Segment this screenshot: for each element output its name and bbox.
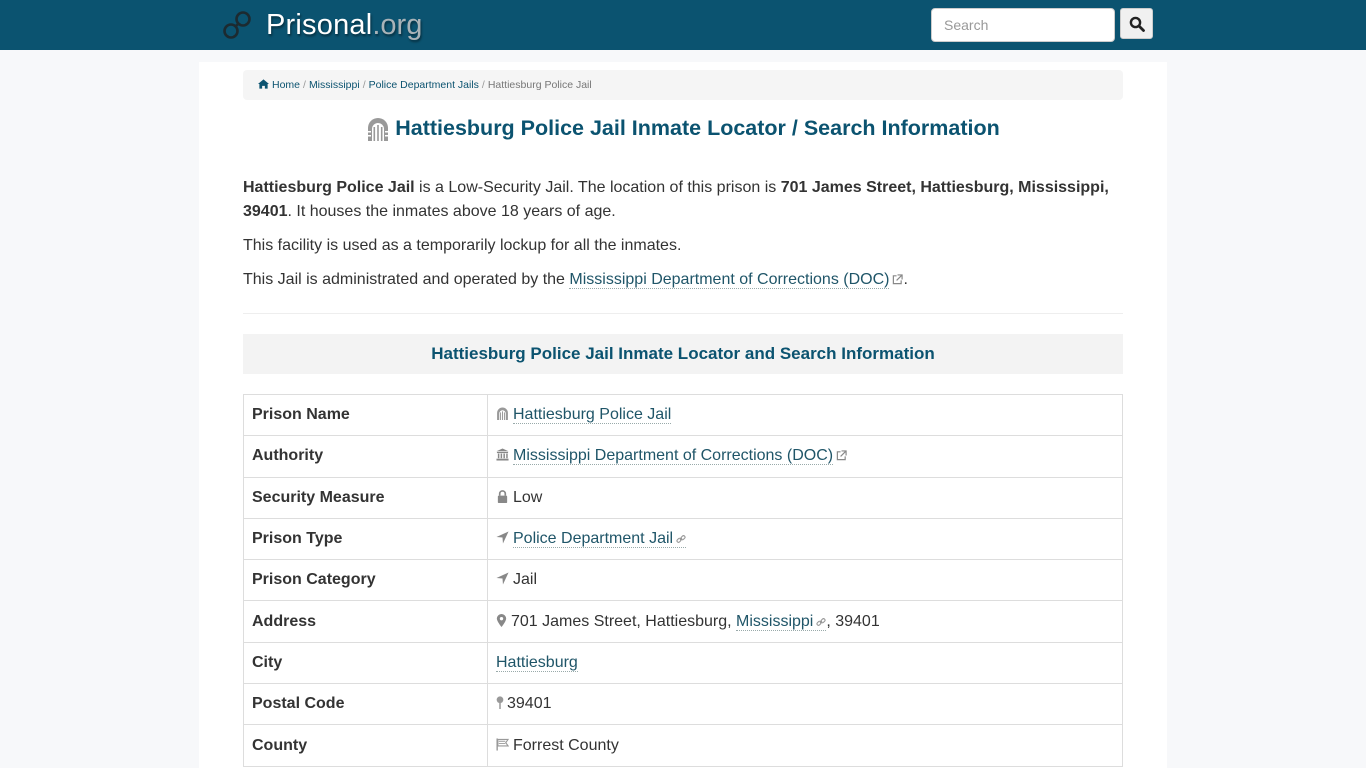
table-row: Security Measure Low (243, 476, 1123, 519)
table-row: Postal Code 39401 (243, 683, 1123, 726)
intro-paragraph-2: This facility is used as a temporarily l… (243, 237, 682, 254)
handcuffs-icon (223, 11, 251, 39)
row-label: Postal Code (243, 683, 488, 726)
table-row: City Hattiesburg (243, 641, 1123, 685)
main-container: Home / Mississippi / Police Department J… (199, 62, 1167, 768)
search-icon (1129, 16, 1145, 32)
doc-authority-link[interactable]: Mississippi Department of Corrections (D… (569, 271, 890, 289)
state-link[interactable]: Mississippi (736, 612, 827, 631)
link-icon (816, 617, 826, 626)
prison-gate-icon (366, 117, 391, 141)
info-table: Prison Name Hattiesburg Police Jail Auth… (243, 393, 1123, 767)
breadcrumb-current: Hattiesburg Police Jail (487, 79, 592, 91)
table-row: Authority Mississippi Department of Corr… (243, 435, 1123, 478)
county: Forrest County (513, 736, 619, 754)
divider (243, 313, 1123, 314)
row-label: Prison Category (243, 559, 488, 602)
postal-code: 39401 (507, 695, 552, 713)
row-value: Low (487, 476, 1123, 519)
security-level: Low (513, 488, 543, 506)
table-row: County Forrest County (243, 724, 1123, 767)
map-marker-icon (496, 613, 507, 627)
prison-name-link[interactable]: Hattiesburg Police Jail (513, 406, 672, 425)
intro-paragraph-1: Hattiesburg Police Jail is a Low-Securit… (243, 176, 1123, 224)
table-row: Prison Name Hattiesburg Police Jail (243, 393, 1123, 437)
row-value: 701 James Street, Hattiesburg, Mississip… (487, 600, 1123, 643)
row-label: Authority (243, 435, 488, 478)
breadcrumb-separator: / (362, 79, 366, 91)
search-input[interactable] (931, 8, 1115, 42)
row-value: Hattiesburg Police Jail (487, 393, 1123, 437)
intro-paragraph-3: This Jail is administrated and operated … (243, 268, 1123, 292)
breadcrumb-mississippi[interactable]: Mississippi (309, 79, 360, 91)
institution-icon (496, 448, 509, 461)
row-label: County (243, 724, 488, 767)
flag-icon (496, 737, 510, 751)
facility-name: Hattiesburg Police Jail (243, 179, 415, 196)
location-arrow-icon (496, 531, 509, 544)
page-title: Hattiesburg Police Jail Inmate Locator /… (243, 116, 1123, 141)
breadcrumb-separator: / (303, 79, 306, 91)
row-value: Hattiesburg (487, 641, 1123, 685)
page-title-text: Hattiesburg Police Jail Inmate Locator /… (395, 116, 1000, 140)
map-pin-icon (496, 696, 504, 710)
row-value: Jail (487, 559, 1123, 602)
intro-text-b: . It houses the inmates above 18 years o… (287, 203, 616, 220)
breadcrumb-separator: / (481, 79, 485, 91)
search-button[interactable] (1120, 8, 1153, 39)
state-text: Mississippi (736, 612, 814, 630)
breadcrumb: Home / Mississippi / Police Department J… (243, 70, 1123, 100)
external-link-icon (893, 274, 904, 285)
site-logo-link[interactable]: Prisonal .org (222, 8, 422, 42)
city-link[interactable]: Hattiesburg (496, 653, 578, 672)
row-label: Prison Type (243, 517, 488, 561)
breadcrumb-home-label: Home (272, 79, 301, 91)
section-heading: Hattiesburg Police Jail Inmate Locator a… (243, 334, 1123, 374)
external-link-icon (836, 450, 847, 461)
row-value: 39401 (487, 683, 1123, 726)
row-value: Forrest County (487, 724, 1123, 767)
row-value: Mississippi Department of Corrections (D… (487, 435, 1123, 478)
prison-type-text: Police Department Jail (513, 530, 674, 548)
prison-gate-icon (497, 407, 508, 421)
address-street: 701 James Street, Hattiesburg, (511, 612, 736, 630)
table-row: Prison Category Jail (243, 559, 1123, 602)
home-icon (258, 79, 269, 89)
row-value: Police Department Jail (487, 517, 1123, 561)
prison-category: Jail (513, 571, 538, 589)
intro-text: Hattiesburg Police Jail is a Low-Securit… (243, 176, 1123, 302)
brand-tld: .org (372, 8, 423, 41)
intro-text-a: is a Low-Security Jail. The location of … (414, 179, 781, 196)
table-row: Address 701 James Street, Hattiesburg, M… (243, 600, 1123, 643)
intro-period: . (903, 271, 908, 288)
row-label: Prison Name (243, 393, 488, 437)
row-label: City (243, 641, 488, 685)
breadcrumb-police-department-jails[interactable]: Police Department Jails (369, 79, 479, 91)
address-zip: , 39401 (826, 612, 880, 630)
link-icon (676, 535, 686, 543)
prison-type-link[interactable]: Police Department Jail (513, 530, 687, 549)
top-navbar: Prisonal .org (0, 0, 1366, 50)
intro-text-c: This Jail is administrated and operated … (243, 271, 570, 288)
breadcrumb-home[interactable]: Home (258, 79, 300, 91)
brand-name: Prisonal (266, 8, 373, 41)
location-arrow-icon (496, 572, 509, 585)
row-label: Security Measure (243, 476, 488, 519)
row-label: Address (243, 600, 488, 643)
authority-link[interactable]: Mississippi Department of Corrections (D… (513, 447, 834, 466)
lock-icon (497, 489, 508, 503)
table-row: Prison Type Police Department Jail (243, 517, 1123, 561)
